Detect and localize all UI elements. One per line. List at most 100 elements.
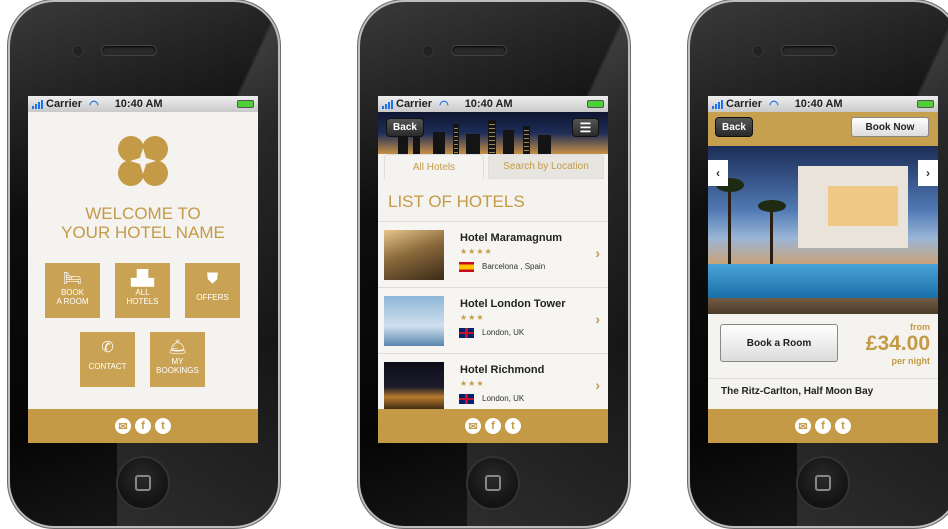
hotel-location: London, UK	[482, 328, 525, 337]
previous-image-button[interactable]: ‹	[708, 160, 728, 186]
battery-icon	[237, 100, 254, 108]
price-value: £34.00	[865, 332, 930, 355]
phone-frame-list: Carrier ◠ 10:40 AM Back ☰ All Hotels Sea…	[360, 2, 628, 526]
per-night-label: per night	[891, 356, 931, 366]
social-footer: ✉ f t	[708, 409, 938, 443]
price-from-label: from	[910, 322, 930, 332]
tile-label: ALL	[135, 288, 150, 297]
book-room-button[interactable]: 🛏 BOOK A ROOM	[45, 263, 100, 318]
home-button[interactable]	[468, 458, 518, 508]
welcome-line-1: WELCOME TO	[85, 204, 201, 223]
hotel-thumbnail	[384, 362, 444, 412]
all-hotels-button[interactable]: ▟▙ ALL HOTELS	[115, 263, 170, 318]
tab-search-by-location[interactable]: Search by Location	[488, 154, 604, 179]
chevron-right-icon: ›	[595, 245, 600, 261]
carrier-label: Carrier	[726, 98, 763, 110]
hotel-thumbnail	[384, 296, 444, 346]
hotel-name: Hotel Richmond	[460, 364, 545, 376]
email-icon[interactable]: ✉	[115, 418, 131, 434]
social-footer: ✉ f t	[28, 409, 258, 443]
tab-all-hotels[interactable]: All Hotels	[384, 154, 484, 179]
wifi-icon: ◠	[89, 98, 99, 111]
twitter-icon[interactable]: t	[505, 418, 521, 434]
status-bar: Carrier ◠ 10:40 AM	[378, 96, 608, 112]
uk-flag-icon	[459, 394, 474, 404]
battery-icon	[587, 100, 604, 108]
welcome-line-2: YOUR HOTEL NAME	[61, 223, 225, 242]
battery-icon	[917, 100, 934, 108]
email-icon[interactable]: ✉	[465, 418, 481, 434]
tab-bar: All Hotels Search by Location	[378, 154, 608, 179]
page-title: LIST OF HOTELS	[388, 192, 525, 211]
tile-label: BOOKINGS	[156, 366, 199, 375]
hotel-location: London, UK	[482, 394, 525, 403]
clock: 10:40 AM	[464, 98, 513, 110]
offers-button[interactable]: ⛊ OFFERS	[185, 263, 240, 318]
signal-icon	[32, 99, 43, 109]
star-rating: ★★★★	[460, 247, 493, 256]
twitter-icon[interactable]: t	[155, 418, 171, 434]
detail-screen: Carrier ◠ 10:40 AM Back Book Now ‹ › Boo…	[708, 96, 938, 443]
facebook-icon[interactable]: f	[135, 418, 151, 434]
tile-label: BOOK	[60, 288, 85, 297]
service-bell-icon: 🛎	[167, 339, 188, 356]
menu-icon[interactable]: ☰	[572, 118, 599, 137]
list-screen: Carrier ◠ 10:40 AM Back ☰ All Hotels Sea…	[378, 96, 608, 443]
hotel-name: Hotel Maramagnum	[460, 232, 563, 244]
welcome-heading: WELCOME TO YOUR HOTEL NAME	[28, 204, 258, 242]
camera-icon	[422, 45, 434, 57]
phone-frame-home: Carrier ◠ 10:40 AM WELCOME TO YOUR HOTEL…	[10, 2, 278, 526]
hotel-logo-icon	[118, 136, 168, 186]
buildings-icon: ▟▙	[130, 270, 155, 287]
hotel-name: The Ritz-Carlton, Half Moon Bay	[708, 378, 938, 404]
tile-label: MY	[171, 357, 184, 366]
hotel-name: Hotel London Tower	[460, 298, 566, 310]
speaker-grille	[452, 46, 506, 55]
my-bookings-button[interactable]: 🛎 MY BOOKINGS	[150, 332, 205, 387]
contact-button[interactable]: ✆ CONTACT	[80, 332, 135, 387]
tile-label: A ROOM	[56, 297, 89, 306]
signal-icon	[382, 99, 393, 109]
tile-label: HOTELS	[126, 297, 159, 306]
spain-flag-icon	[459, 262, 474, 272]
bed-icon: 🛏	[62, 270, 83, 287]
back-button[interactable]: Back	[715, 117, 753, 137]
wifi-icon: ◠	[769, 98, 779, 111]
home-button[interactable]	[798, 458, 848, 508]
facebook-icon[interactable]: f	[485, 418, 501, 434]
hotel-list-item[interactable]: Hotel Maramagnum ★★★★ Barcelona , Spain …	[378, 221, 608, 287]
tile-label: OFFERS	[196, 293, 229, 302]
hotel-list-item[interactable]: Hotel London Tower ★★★ London, UK ›	[378, 287, 608, 353]
speaker-grille	[102, 46, 156, 55]
twitter-icon[interactable]: t	[835, 418, 851, 434]
next-image-button[interactable]: ›	[918, 160, 938, 186]
camera-icon	[752, 45, 764, 57]
carrier-label: Carrier	[46, 98, 83, 110]
hotel-photo	[708, 146, 938, 314]
chevron-right-icon: ›	[595, 311, 600, 327]
status-bar: Carrier ◠ 10:40 AM	[28, 96, 258, 112]
social-footer: ✉ f t	[378, 409, 608, 443]
hotel-thumbnail	[384, 230, 444, 280]
back-button[interactable]: Back	[386, 118, 424, 137]
bookmark-star-icon: ⛊	[206, 270, 219, 287]
wifi-icon: ◠	[439, 98, 449, 111]
hotel-location: Barcelona , Spain	[482, 262, 546, 271]
phone-frame-detail: Carrier ◠ 10:40 AM Back Book Now ‹ › Boo…	[690, 2, 948, 526]
book-now-button[interactable]: Book Now	[851, 117, 929, 137]
carrier-label: Carrier	[396, 98, 433, 110]
speaker-grille	[782, 46, 836, 55]
book-room-button[interactable]: Book a Room	[720, 324, 838, 362]
star-rating: ★★★	[460, 313, 485, 322]
home-button[interactable]	[118, 458, 168, 508]
clock: 10:40 AM	[794, 98, 843, 110]
signal-icon	[712, 99, 723, 109]
phone-icon: ✆	[101, 339, 114, 356]
camera-icon	[72, 45, 84, 57]
email-icon[interactable]: ✉	[795, 418, 811, 434]
star-rating: ★★★	[460, 379, 485, 388]
facebook-icon[interactable]: f	[815, 418, 831, 434]
clock: 10:40 AM	[114, 98, 163, 110]
uk-flag-icon	[459, 328, 474, 338]
tile-label: CONTACT	[88, 362, 127, 371]
